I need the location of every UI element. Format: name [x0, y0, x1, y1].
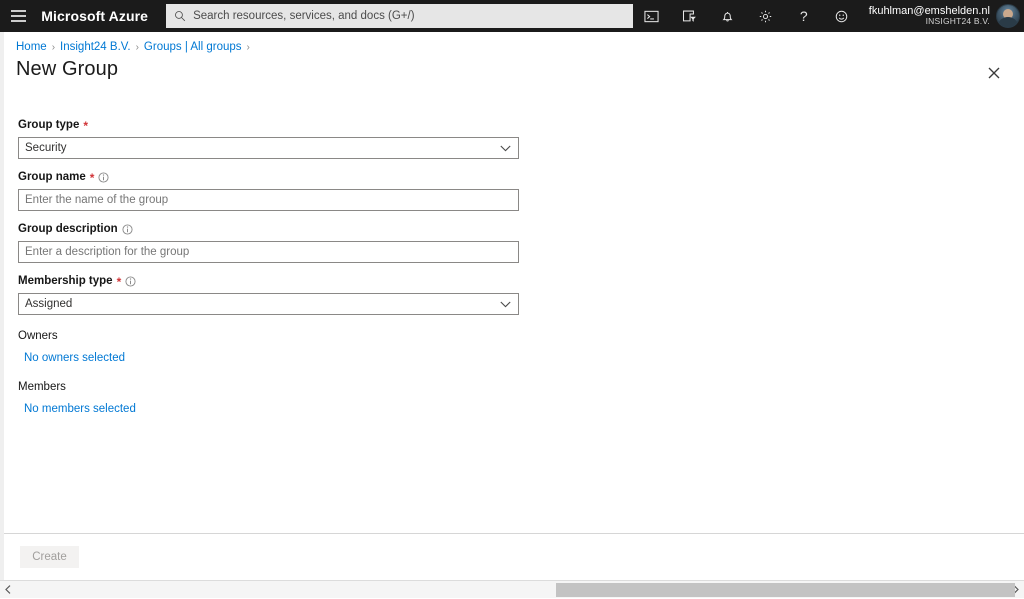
new-group-form: Group type * Security Group name *: [18, 118, 522, 417]
avatar[interactable]: [996, 4, 1020, 28]
horizontal-scrollbar[interactable]: [0, 580, 1024, 598]
required-asterisk: *: [90, 172, 95, 184]
owners-label: Owners: [18, 329, 522, 343]
field-group-description: Group description: [18, 222, 522, 263]
owners-select-link[interactable]: No owners selected: [24, 352, 125, 364]
feedback-smiley-icon[interactable]: [823, 0, 861, 32]
membership-type-value: Assigned: [25, 298, 492, 310]
field-group-type: Group type * Security: [18, 118, 522, 159]
info-icon[interactable]: [122, 224, 133, 235]
hamburger-bar: [11, 20, 26, 22]
section-owners: Owners No owners selected: [18, 329, 522, 366]
search-icon: [174, 10, 186, 22]
chevron-down-icon: [492, 294, 518, 314]
breadcrumb-item-tenant[interactable]: Insight24 B.V.: [60, 41, 131, 53]
membership-type-label-text: Membership type: [18, 274, 113, 289]
account-text: fkuhlman@emshelden.nl INSIGHT24 B.V.: [869, 5, 990, 27]
close-icon[interactable]: [981, 60, 1007, 86]
members-label: Members: [18, 380, 522, 394]
breadcrumb: Home › Insight24 B.V. › Groups | All gro…: [16, 41, 250, 53]
create-button[interactable]: Create: [20, 546, 79, 568]
info-icon[interactable]: [125, 276, 136, 287]
hamburger-bar: [11, 15, 26, 17]
group-type-select[interactable]: Security: [18, 137, 519, 159]
search-input[interactable]: [193, 10, 625, 22]
members-select-link[interactable]: No members selected: [24, 403, 136, 415]
field-membership-type: Membership type * Assigned: [18, 274, 522, 315]
chevron-right-icon: ›: [247, 42, 250, 53]
account-menu[interactable]: fkuhlman@emshelden.nl INSIGHT24 B.V.: [861, 0, 1024, 32]
top-navigation-bar: Microsoft Azure: [0, 0, 1024, 32]
group-name-input-wrap[interactable]: [18, 189, 519, 211]
required-asterisk: *: [117, 276, 122, 288]
required-asterisk: *: [83, 120, 88, 132]
group-name-label: Group name *: [18, 170, 522, 185]
group-description-input-wrap[interactable]: [18, 241, 519, 263]
breadcrumb-item-home[interactable]: Home: [16, 41, 47, 53]
notifications-bell-icon[interactable]: [709, 0, 747, 32]
global-search-box[interactable]: [166, 4, 633, 28]
chevron-down-icon: [492, 138, 518, 158]
scroll-left-arrow-icon[interactable]: [0, 581, 16, 599]
group-type-label: Group type *: [18, 118, 522, 133]
directories-subscriptions-icon[interactable]: [671, 0, 709, 32]
portal-menu-hamburger-icon[interactable]: [0, 0, 36, 32]
topbar-actions: ? fkuhlman@emshelden.nl INSIGHT24 B.V.: [633, 0, 1024, 32]
blade-footer: Create: [4, 533, 1024, 580]
hamburger-bar: [11, 10, 26, 12]
group-description-label-text: Group description: [18, 222, 118, 237]
group-name-label-text: Group name: [18, 170, 86, 185]
membership-type-select[interactable]: Assigned: [18, 293, 519, 315]
cloud-shell-icon[interactable]: [633, 0, 671, 32]
group-name-input[interactable]: [25, 194, 518, 206]
help-question-icon[interactable]: ?: [785, 0, 823, 32]
settings-gear-icon[interactable]: [747, 0, 785, 32]
new-group-blade: Home › Insight24 B.V. › Groups | All gro…: [0, 32, 1024, 580]
group-description-label: Group description: [18, 222, 522, 237]
scrollbar-thumb[interactable]: [556, 583, 1015, 597]
section-members: Members No members selected: [18, 380, 522, 417]
group-type-label-text: Group type: [18, 118, 79, 133]
field-group-name: Group name *: [18, 170, 522, 211]
chevron-right-icon: ›: [52, 42, 55, 53]
scrollbar-track[interactable]: [16, 581, 1008, 599]
account-organization: INSIGHT24 B.V.: [869, 17, 990, 27]
page-title: New Group: [16, 58, 118, 81]
group-type-value: Security: [25, 142, 492, 154]
azure-brand-link[interactable]: Microsoft Azure: [41, 8, 148, 24]
chevron-right-icon: ›: [136, 42, 139, 53]
group-description-input[interactable]: [25, 246, 518, 258]
membership-type-label: Membership type *: [18, 274, 522, 289]
info-icon[interactable]: [98, 172, 109, 183]
breadcrumb-item-groups[interactable]: Groups | All groups: [144, 41, 242, 53]
